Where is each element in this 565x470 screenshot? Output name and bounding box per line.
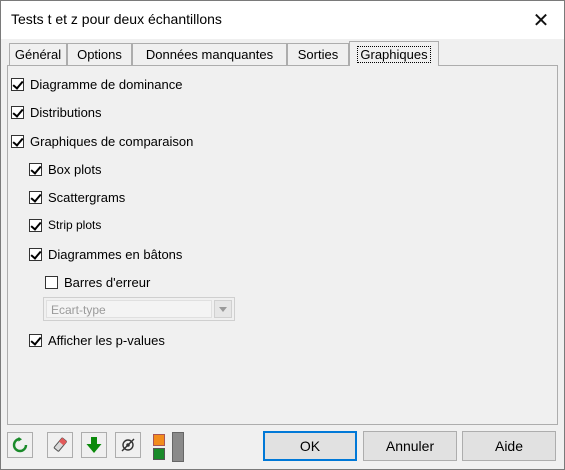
error-type-value: Ecart-type (46, 300, 212, 318)
reset-button[interactable] (7, 432, 33, 458)
title-bar: Tests t et z pour deux échantillons ✕ (1, 1, 564, 39)
show-pvalues-checkbox[interactable] (29, 333, 42, 347)
help-button[interactable]: Aide (462, 431, 556, 461)
eraser-icon (53, 437, 67, 452)
strip-plots-checkbox[interactable] (29, 218, 42, 232)
distributions-label: Distributions (30, 104, 102, 120)
reset-icon (12, 437, 28, 453)
distributions-checkbox[interactable] (11, 105, 24, 119)
cancel-button[interactable]: Annuler (363, 431, 457, 461)
strip-plots-option[interactable]: Strip plots (29, 216, 101, 234)
dominance-plot-option[interactable]: Diagramme de dominance (11, 75, 182, 93)
dominance-plot-label: Diagramme de dominance (30, 76, 183, 92)
ok-button[interactable]: OK (263, 431, 357, 461)
comparison-charts-option[interactable]: Graphiques de comparaison (11, 132, 193, 150)
tab-strip: Général Options Données manquantes Sorti… (7, 41, 559, 66)
error-type-dropdown[interactable]: Ecart-type (43, 297, 235, 321)
tab-outputs[interactable]: Sorties (287, 43, 349, 65)
bottom-toolbar: OK Annuler Aide (1, 426, 564, 469)
scattergrams-label: Scattergrams (48, 189, 126, 205)
close-button[interactable]: ✕ (518, 1, 564, 39)
bar-charts-option[interactable]: Diagrammes en bâtons (29, 245, 182, 263)
box-plots-label: Box plots (48, 161, 102, 177)
error-bars-checkbox[interactable] (45, 275, 58, 289)
scroll-handle[interactable] (172, 432, 184, 462)
box-plots-checkbox[interactable] (29, 162, 42, 176)
download-arrow-icon (86, 437, 102, 453)
chevron-down-icon[interactable] (214, 300, 232, 318)
comparison-charts-checkbox[interactable] (11, 134, 24, 148)
error-bars-option[interactable]: Barres d'erreur (45, 273, 150, 291)
tab-options[interactable]: Options (67, 43, 132, 65)
tab-general[interactable]: Général (9, 43, 67, 65)
box-plots-option[interactable]: Box plots (29, 160, 101, 178)
settings-button[interactable] (115, 432, 141, 458)
window-title: Tests t et z pour deux échantillons (11, 11, 222, 27)
tab-missing-data[interactable]: Données manquantes (132, 43, 287, 65)
distributions-option[interactable]: Distributions (11, 103, 102, 121)
color-toggle-alt-icon[interactable] (153, 448, 165, 460)
scattergrams-option[interactable]: Scattergrams (29, 188, 125, 206)
show-pvalues-label: Afficher les p-values (48, 332, 165, 348)
comparison-charts-label: Graphiques de comparaison (30, 133, 194, 149)
bar-charts-checkbox[interactable] (29, 247, 42, 261)
strip-plots-label: Strip plots (48, 218, 102, 232)
dialog-window: Tests t et z pour deux échantillons ✕ Gé… (0, 0, 565, 470)
bar-charts-label: Diagrammes en bâtons (48, 246, 183, 262)
scattergrams-checkbox[interactable] (29, 190, 42, 204)
eraser-button[interactable] (47, 432, 73, 458)
settings-icon (121, 438, 135, 452)
download-button[interactable] (81, 432, 107, 458)
error-bars-label: Barres d'erreur (64, 274, 151, 290)
dominance-plot-checkbox[interactable] (11, 77, 24, 91)
tab-charts[interactable]: Graphiques (349, 41, 439, 66)
color-toggle-icon[interactable] (153, 434, 165, 446)
show-pvalues-option[interactable]: Afficher les p-values (29, 331, 165, 349)
